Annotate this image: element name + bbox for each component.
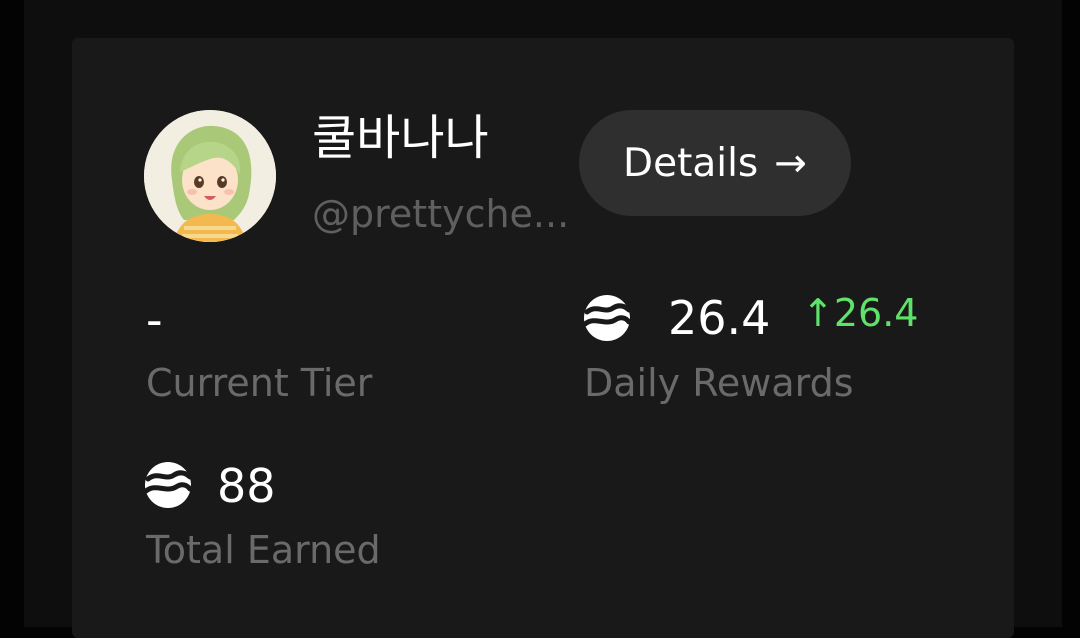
total-earned-value: 88 <box>217 459 276 513</box>
display-name: 쿨바나나 <box>312 110 489 166</box>
avatar-image <box>144 110 276 242</box>
arrow-up-icon: ↑ <box>802 291 834 335</box>
arrow-right-icon: → <box>774 140 807 186</box>
details-button[interactable]: Details → <box>579 110 851 216</box>
daily-rewards-delta: ↑26.4 <box>802 290 918 336</box>
current-tier-label: Current Tier <box>146 361 373 405</box>
daily-rewards-delta-value: 26.4 <box>833 291 919 335</box>
token-coin-icon <box>583 295 631 341</box>
user-handle: @prettyche... <box>312 192 570 236</box>
daily-rewards-value: 26.4 <box>668 291 771 345</box>
avatar[interactable] <box>144 110 276 242</box>
total-earned-label: Total Earned <box>146 528 381 572</box>
current-tier-value: - <box>146 293 163 347</box>
token-coin-icon <box>144 462 192 508</box>
daily-rewards-label: Daily Rewards <box>584 361 854 405</box>
details-button-label: Details <box>623 140 759 186</box>
